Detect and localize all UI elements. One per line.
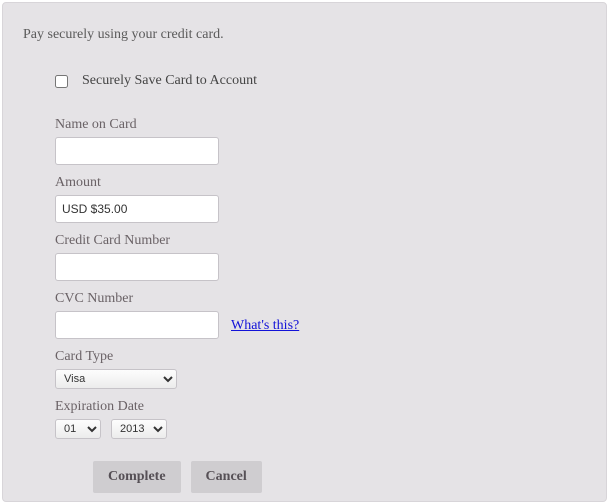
expiration-field: Expiration Date 01 2013 [55,399,588,439]
cc-number-input[interactable] [55,253,219,281]
amount-input[interactable] [55,195,219,223]
save-card-label: Securely Save Card to Account [82,73,257,89]
cvc-field: CVC Number What's this? [55,291,588,339]
panel-header: Pay securely using your credit card. [23,27,588,43]
name-on-card-input[interactable] [55,137,219,165]
cvc-hint-link[interactable]: What's this? [231,318,299,333]
save-card-checkbox[interactable] [55,75,68,88]
expiration-label: Expiration Date [55,399,588,415]
name-on-card-label: Name on Card [55,117,588,133]
expiration-year-select[interactable]: 2013 [111,419,167,439]
complete-button[interactable]: Complete [93,461,181,493]
payment-form: Securely Save Card to Account Name on Ca… [55,73,588,493]
cvc-label: CVC Number [55,291,588,307]
expiration-month-select[interactable]: 01 [55,419,101,439]
cc-number-label: Credit Card Number [55,233,588,249]
card-type-select[interactable]: Visa [55,369,177,389]
cc-number-field: Credit Card Number [55,233,588,281]
card-type-label: Card Type [55,349,588,365]
cancel-button[interactable]: Cancel [191,461,262,493]
amount-field: Amount [55,175,588,223]
button-row: Complete Cancel [93,461,588,493]
cvc-input[interactable] [55,311,219,339]
save-card-row: Securely Save Card to Account [55,73,588,89]
card-type-field: Card Type Visa [55,349,588,389]
payment-panel: Pay securely using your credit card. Sec… [2,2,607,502]
amount-label: Amount [55,175,588,191]
name-on-card-field: Name on Card [55,117,588,165]
